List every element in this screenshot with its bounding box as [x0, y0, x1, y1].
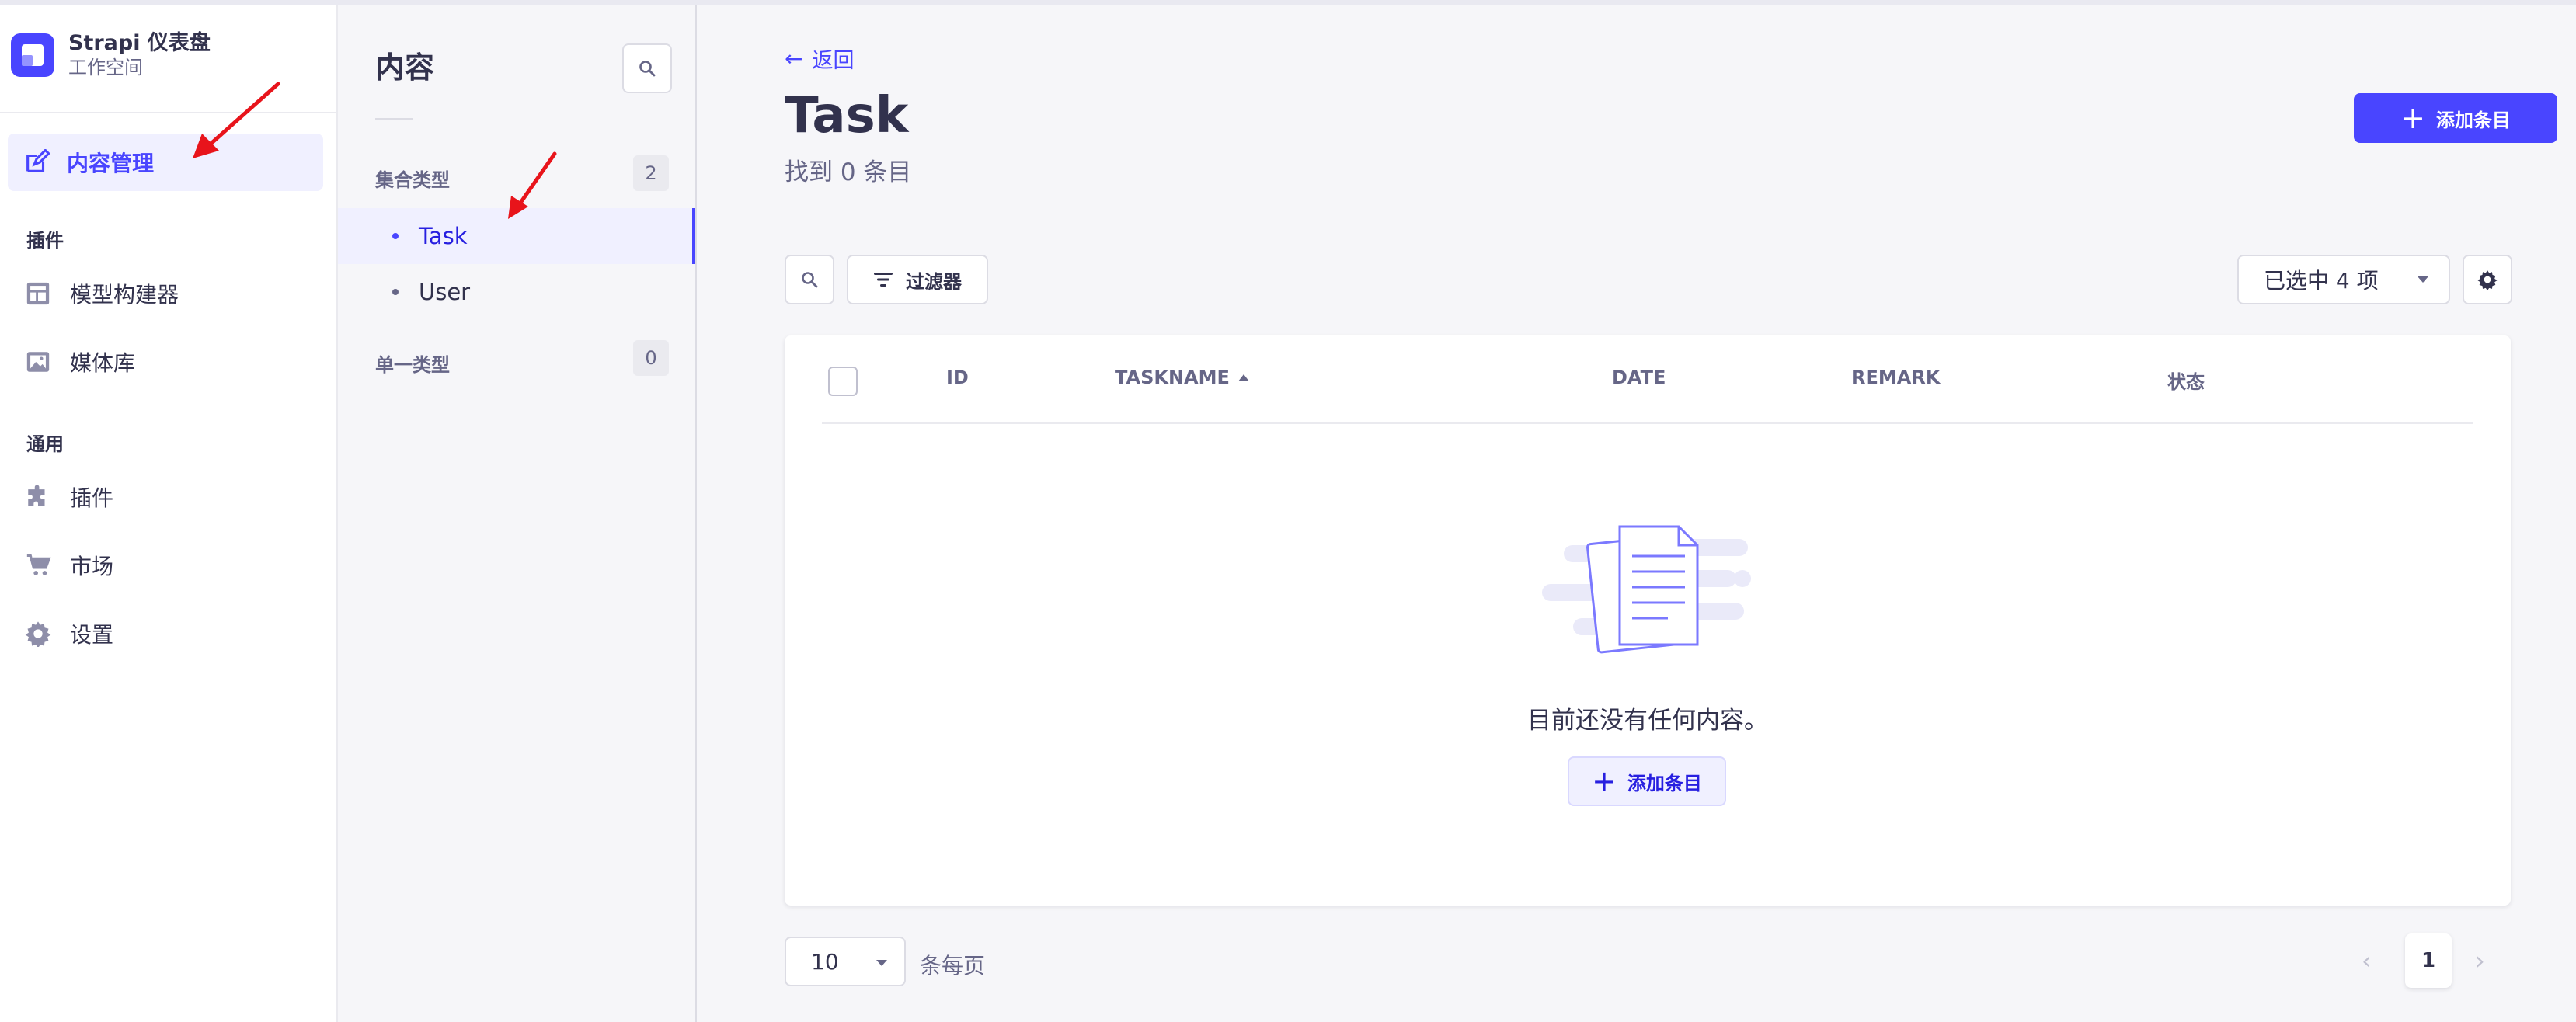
image-icon [26, 352, 50, 372]
subnav-divider [375, 118, 413, 120]
nav-item-media-library[interactable]: 媒体库 [25, 339, 135, 385]
add-entry-button[interactable]: + 添加条目 [2354, 93, 2557, 143]
empty-state-text: 目前还没有任何内容。 [1527, 707, 1768, 735]
nav-item-settings[interactable]: 设置 [25, 610, 113, 657]
empty-add-entry-label: 添加条目 [1627, 772, 1702, 794]
gear-icon [2477, 270, 2498, 290]
arrow-left-icon: ← [785, 46, 803, 71]
caret-down-icon [876, 960, 887, 966]
cart-icon [26, 554, 51, 575]
filter-icon [873, 271, 893, 288]
back-link[interactable]: ← 返回 [785, 43, 854, 74]
annotation-arrow-2 [508, 151, 557, 219]
nav-item-marketplace[interactable]: 市场 [25, 542, 113, 589]
collection-types-count: 2 [633, 155, 669, 191]
subnav-item-label: User [419, 279, 471, 305]
main-nav: Strapi 仪表盘 工作空间 内容管理 插件 模型构建器 媒体库 通用 插件 … [0, 5, 338, 1022]
nav-item-label: 市场 [70, 554, 114, 579]
column-header-status[interactable]: 状态 [2167, 367, 2205, 394]
subnav-title: 内容 [375, 50, 435, 85]
chevron-left-icon[interactable]: ‹ [2362, 946, 2372, 975]
add-entry-label: 添加条目 [2435, 109, 2511, 131]
page-number-button[interactable]: 1 [2405, 933, 2452, 988]
page-title: Task [785, 87, 909, 144]
brand[interactable]: Strapi 仪表盘 工作空间 [11, 31, 211, 79]
puzzle-icon [28, 485, 45, 506]
subnav-item-user[interactable]: User [338, 264, 695, 320]
layout-icon [26, 282, 50, 305]
filter-label: 过滤器 [906, 270, 962, 293]
search-button[interactable] [785, 255, 834, 304]
bullet-icon [392, 289, 399, 295]
nav-item-label: 模型构建器 [70, 282, 179, 308]
nav-divider [0, 112, 336, 113]
nav-section-plugins: 插件 [26, 230, 64, 252]
sort-ascending-icon[interactable] [1238, 374, 1249, 381]
edit-icon [26, 149, 50, 172]
nav-item-label: 内容管理 [67, 151, 155, 176]
table-header-divider [822, 422, 2473, 424]
annotation-arrow-1 [193, 82, 280, 158]
nav-item-plugins[interactable]: 插件 [25, 474, 113, 520]
column-header-date[interactable]: DATE [1612, 367, 1666, 388]
list-settings-button[interactable] [2463, 255, 2512, 304]
caret-down-icon [2418, 276, 2428, 283]
entries-count: 找到 0 条目 [785, 158, 912, 186]
column-header-remark[interactable]: REMARK [1851, 367, 1940, 388]
strapi-logo-icon [11, 33, 54, 77]
nav-section-general: 通用 [26, 433, 64, 455]
subnav-item-label: Task [419, 223, 468, 249]
search-icon [639, 61, 656, 77]
columns-select[interactable]: 已选中 4 项 [2237, 255, 2450, 304]
chevron-right-icon[interactable]: › [2475, 946, 2485, 975]
empty-documents-illustration [1542, 525, 1751, 654]
nav-item-label: 插件 [70, 485, 114, 511]
select-all-checkbox[interactable] [828, 367, 858, 396]
entries-table: ID TASKNAME DATE REMARK 状态 目前还没有任何内容。 + … [785, 335, 2511, 906]
bullet-icon [392, 233, 399, 239]
page-size-value: 10 [811, 948, 839, 975]
filter-button[interactable]: 过滤器 [847, 255, 988, 304]
nav-item-label: 设置 [70, 622, 114, 648]
plus-icon: + [2400, 101, 2425, 135]
nav-item-content-type-builder[interactable]: 模型构建器 [25, 270, 179, 317]
columns-select-value: 已选中 4 项 [2264, 268, 2379, 294]
page-size-label: 条每页 [920, 953, 986, 979]
single-types-count: 0 [633, 340, 669, 376]
empty-add-entry-button[interactable]: + 添加条目 [1568, 756, 1726, 806]
column-header-id[interactable]: ID [946, 367, 969, 388]
search-icon [802, 272, 818, 288]
back-label: 返回 [812, 49, 855, 73]
subnav-search-button[interactable] [622, 43, 672, 93]
collection-types-label[interactable]: 集合类型 [375, 165, 450, 192]
brand-title: Strapi 仪表盘 [68, 31, 211, 55]
column-header-taskname[interactable]: TASKNAME [1115, 367, 1230, 388]
nav-item-label: 媒体库 [70, 350, 136, 376]
brand-subtitle: 工作空间 [68, 57, 143, 78]
page-size-select[interactable]: 10 [785, 937, 906, 986]
single-types-label[interactable]: 单一类型 [375, 349, 450, 377]
plus-icon: + [1592, 764, 1617, 798]
gear-icon [25, 621, 51, 647]
